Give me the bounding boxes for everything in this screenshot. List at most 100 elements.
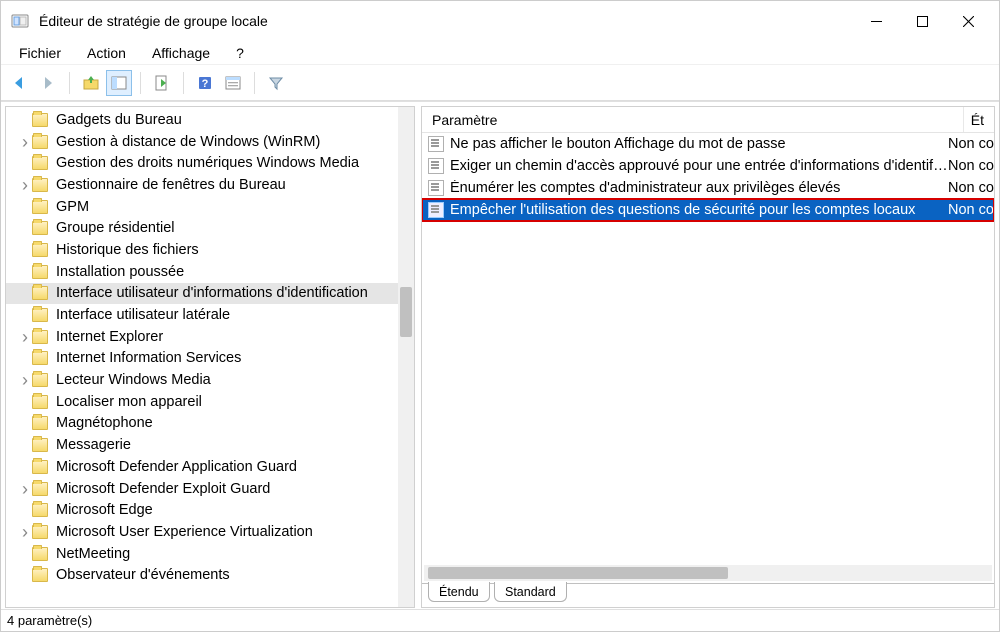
tree-item[interactable]: ›Internet Explorer [6, 326, 398, 348]
setting-state: Non co [948, 202, 994, 218]
tree-item[interactable]: Groupe résidentiel [6, 217, 398, 239]
folder-icon [32, 568, 48, 582]
forward-button[interactable] [35, 70, 61, 96]
setting-row[interactable]: Exiger un chemin d'accès approuvé pour u… [422, 155, 994, 177]
show-hide-tree-button[interactable] [106, 70, 132, 96]
tree-item-label: Localiser mon appareil [54, 394, 204, 410]
app-icon [11, 12, 29, 30]
folder-icon [32, 221, 48, 235]
setting-label: Empêcher l'utilisation des questions de … [450, 202, 948, 218]
tree-item-label: Microsoft User Experience Virtualization [54, 524, 315, 540]
tree-item[interactable]: Observateur d'événements [6, 564, 398, 586]
detail-header[interactable]: Paramètre Ét [422, 107, 994, 133]
chevron-right-icon[interactable]: › [18, 373, 32, 387]
detail-horizontal-scrollbar[interactable] [424, 565, 992, 581]
tab-etendu[interactable]: Étendu [428, 582, 490, 602]
scrollbar-thumb[interactable] [428, 567, 728, 579]
tree-item[interactable]: ›Gestion à distance de Windows (WinRM) [6, 131, 398, 153]
tree-item[interactable]: Interface utilisateur latérale [6, 304, 398, 326]
tree-item-label: Observateur d'événements [54, 567, 232, 583]
chevron-right-icon[interactable]: › [18, 330, 32, 344]
tree-item[interactable]: Gestion des droits numériques Windows Me… [6, 152, 398, 174]
scrollbar-thumb[interactable] [400, 287, 412, 337]
status-text: 4 paramètre(s) [7, 613, 92, 628]
help-button[interactable]: ? [192, 70, 218, 96]
setting-icon [428, 202, 444, 218]
tree-item[interactable]: GPM [6, 196, 398, 218]
tree-item-label: GPM [54, 199, 91, 215]
back-button[interactable] [7, 70, 33, 96]
chevron-right-icon[interactable]: › [18, 482, 32, 496]
tree-item[interactable]: Microsoft Edge [6, 499, 398, 521]
tree-item-label: Microsoft Defender Exploit Guard [54, 481, 272, 497]
tree-item-label: Gadgets du Bureau [54, 112, 184, 128]
tree-item[interactable]: › Gestionnaire de fenêtres du Bureau [6, 174, 398, 196]
column-header-parametre[interactable]: Paramètre [422, 107, 964, 132]
tree-item[interactable]: Gadgets du Bureau [6, 109, 398, 131]
menu-help[interactable]: ? [224, 43, 256, 63]
detail-list[interactable]: Ne pas afficher le bouton Affichage du m… [422, 133, 994, 565]
menu-file[interactable]: Fichier [7, 43, 73, 63]
setting-row[interactable]: Ne pas afficher le bouton Affichage du m… [422, 133, 994, 155]
folder-icon [32, 178, 48, 192]
detail-pane: Paramètre Ét Ne pas afficher le bouton A… [421, 106, 995, 608]
tree-item-label: Microsoft Defender Application Guard [54, 459, 299, 475]
folder-icon [32, 113, 48, 127]
tree-item[interactable]: › Microsoft User Experience Virtualizatio… [6, 521, 398, 543]
setting-icon [428, 158, 444, 174]
tree-item[interactable]: Internet Information Services [6, 348, 398, 370]
tree-item-label: Messagerie [54, 437, 133, 453]
folder-icon [32, 156, 48, 170]
tree-item[interactable]: Magnétophone [6, 413, 398, 435]
tree-pane: Gadgets du Bureau ›Gestion à distance de … [5, 106, 415, 608]
tree-item[interactable]: Messagerie [6, 434, 398, 456]
tree-item-label: NetMeeting [54, 546, 132, 562]
properties-button[interactable] [220, 70, 246, 96]
titlebar: Éditeur de stratégie de groupe locale [1, 1, 999, 41]
close-button[interactable] [945, 6, 991, 36]
tree-item[interactable]: Interface utilisateur d'informations d'i… [6, 283, 398, 305]
minimize-button[interactable] [853, 6, 899, 36]
folder-icon [32, 503, 48, 517]
setting-state: Non co [948, 158, 994, 174]
toolbar-separator [254, 72, 255, 94]
setting-row[interactable]: Empêcher l'utilisation des questions de … [422, 199, 994, 221]
chevron-right-icon[interactable]: › [18, 525, 32, 539]
folder-icon [32, 395, 48, 409]
tree-item-label: Gestion des droits numériques Windows Me… [54, 155, 361, 171]
tab-strip: Étendu Standard [422, 583, 994, 607]
chevron-right-icon[interactable]: › [18, 178, 32, 192]
menu-action[interactable]: Action [75, 43, 138, 63]
tree-item[interactable]: Microsoft Defender Application Guard [6, 456, 398, 478]
folder-icon [32, 243, 48, 257]
tree-scroll[interactable]: Gadgets du Bureau ›Gestion à distance de … [6, 107, 398, 607]
setting-label: Ne pas afficher le bouton Affichage du m… [450, 136, 948, 152]
tree-item[interactable]: › Microsoft Defender Exploit Guard [6, 478, 398, 500]
folder-icon [32, 482, 48, 496]
tree-item[interactable]: ›Lecteur Windows Media [6, 369, 398, 391]
menubar: Fichier Action Affichage ? [1, 41, 999, 65]
menu-view[interactable]: Affichage [140, 43, 222, 63]
tree-item-label: Microsoft Edge [54, 502, 155, 518]
folder-icon [32, 438, 48, 452]
folder-icon [32, 373, 48, 387]
folder-icon [32, 308, 48, 322]
setting-row[interactable]: Énumérer les comptes d'administrateur au… [422, 177, 994, 199]
tab-standard[interactable]: Standard [494, 582, 567, 602]
tree-item-label: Installation poussée [54, 264, 186, 280]
export-list-button[interactable] [149, 70, 175, 96]
filter-button[interactable] [263, 70, 289, 96]
column-header-etat[interactable]: Ét [964, 107, 994, 132]
tree-item[interactable]: Installation poussée [6, 261, 398, 283]
chevron-right-icon[interactable]: › [18, 135, 32, 149]
tree-vertical-scrollbar[interactable] [398, 107, 414, 607]
setting-icon [428, 136, 444, 152]
tree-item-label: Gestionnaire de fenêtres du Bureau [54, 177, 288, 193]
toolbar-separator [69, 72, 70, 94]
maximize-button[interactable] [899, 6, 945, 36]
tree-item-label: Interface utilisateur latérale [54, 307, 232, 323]
tree-item[interactable]: NetMeeting [6, 543, 398, 565]
up-folder-button[interactable] [78, 70, 104, 96]
tree-item[interactable]: Localiser mon appareil [6, 391, 398, 413]
tree-item[interactable]: Historique des fichiers [6, 239, 398, 261]
